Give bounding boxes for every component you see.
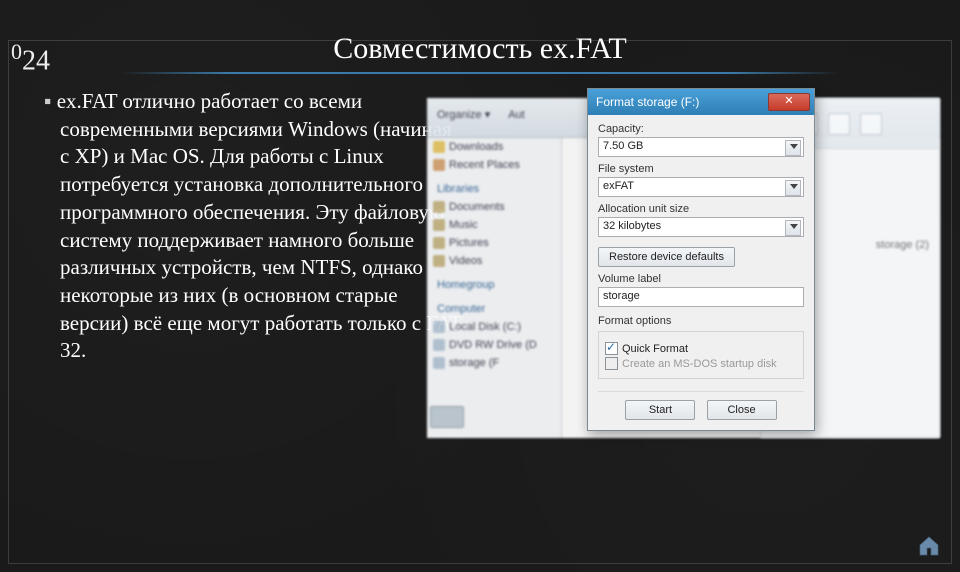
bullet-paragraph: ex.FAT отлично работает со всеми совреме… [44, 88, 464, 365]
explorer-sidebar: Downloads Recent Places Libraries Docume… [427, 138, 562, 438]
volume-value: storage [603, 290, 640, 302]
ribbon-icon[interactable] [828, 113, 850, 135]
sidebar-item-recent[interactable]: Recent Places [427, 156, 561, 174]
folder-icon [433, 237, 445, 249]
allocation-combo[interactable]: 32 kilobytes [598, 217, 804, 237]
checkbox-icon [605, 357, 618, 370]
ribbon-icon[interactable] [860, 113, 882, 135]
allocation-value: 32 kilobytes [603, 220, 661, 232]
quick-format-checkbox[interactable]: Quick Format [605, 342, 797, 355]
folder-icon [433, 219, 445, 231]
chevron-down-icon [790, 144, 798, 149]
sidebar-item-pictures[interactable]: Pictures [427, 234, 561, 252]
screenshot-area: Organize ▾ Aut Downloads Recent Places L… [482, 88, 930, 438]
slide-number: 024 [5, 37, 56, 79]
format-options-group: Quick Format Create an MS-DOS startup di… [598, 331, 804, 379]
sidebar-item-local-disk[interactable]: Local Disk (C:) [427, 318, 561, 336]
drive-icon [430, 406, 464, 428]
folder-icon [433, 141, 445, 153]
capacity-label: Capacity: [598, 123, 804, 135]
sidebar-item-documents[interactable]: Documents [427, 198, 561, 216]
sidebar-header-computer[interactable]: Computer [427, 300, 561, 318]
folder-icon [433, 159, 445, 171]
dialog-button-row: Start Close [598, 391, 804, 420]
sidebar-item-videos[interactable]: Videos [427, 252, 561, 270]
content-area: ex.FAT отлично работает со всеми совреме… [0, 88, 960, 438]
slide-title: Совместимость ex.FAT [0, 32, 960, 66]
drive-icon [433, 321, 445, 333]
sidebar-item-downloads[interactable]: Downloads [427, 138, 561, 156]
format-options-label: Format options [598, 315, 804, 327]
dialog-title: Format storage (F:) [596, 95, 768, 109]
title-underline [120, 72, 840, 74]
restore-defaults-button[interactable]: Restore device defaults [598, 247, 735, 267]
dialog-titlebar[interactable]: Format storage (F:) ✕ [588, 89, 814, 115]
dialog-body: Capacity: 7.50 GB File system exFAT Allo… [588, 115, 814, 430]
sidebar-item-music[interactable]: Music [427, 216, 561, 234]
volume-label-label: Volume label [598, 273, 804, 285]
organize-button[interactable]: Organize ▾ [437, 108, 490, 121]
filesystem-label: File system [598, 163, 804, 175]
allocation-label: Allocation unit size [598, 203, 804, 215]
drive-icon [433, 339, 445, 351]
sidebar-item-storage[interactable]: storage (F [427, 354, 561, 372]
chevron-down-icon [790, 184, 798, 189]
autoplay-button[interactable]: Aut [508, 109, 525, 121]
sidebar-header-homegroup[interactable]: Homegroup [427, 276, 561, 294]
slide-number-value: 24 [22, 45, 50, 76]
quick-format-label: Quick Format [622, 343, 688, 355]
text-column: ex.FAT отлично работает со всеми совреме… [44, 88, 464, 438]
filesystem-value: exFAT [603, 180, 634, 192]
folder-icon [433, 201, 445, 213]
slide-number-prefix: 0 [11, 39, 22, 64]
volume-label-input[interactable]: storage [598, 287, 804, 307]
chevron-down-icon [790, 224, 798, 229]
format-dialog: Format storage (F:) ✕ Capacity: 7.50 GB … [587, 88, 815, 431]
msdos-label: Create an MS-DOS startup disk [622, 358, 777, 370]
drive-icon [433, 357, 445, 369]
folder-icon [433, 255, 445, 267]
filesystem-combo[interactable]: exFAT [598, 177, 804, 197]
capacity-value: 7.50 GB [603, 140, 643, 152]
sidebar-item-dvd[interactable]: DVD RW Drive (D [427, 336, 561, 354]
drive-thumbnail [427, 406, 467, 436]
capacity-combo[interactable]: 7.50 GB [598, 137, 804, 157]
msdos-checkbox: Create an MS-DOS startup disk [605, 357, 797, 370]
checkbox-icon [605, 342, 618, 355]
sidebar-header-libraries[interactable]: Libraries [427, 180, 561, 198]
close-button[interactable]: ✕ [768, 93, 810, 111]
close-dialog-button[interactable]: Close [707, 400, 777, 420]
home-icon[interactable] [916, 534, 942, 558]
start-button[interactable]: Start [625, 400, 695, 420]
